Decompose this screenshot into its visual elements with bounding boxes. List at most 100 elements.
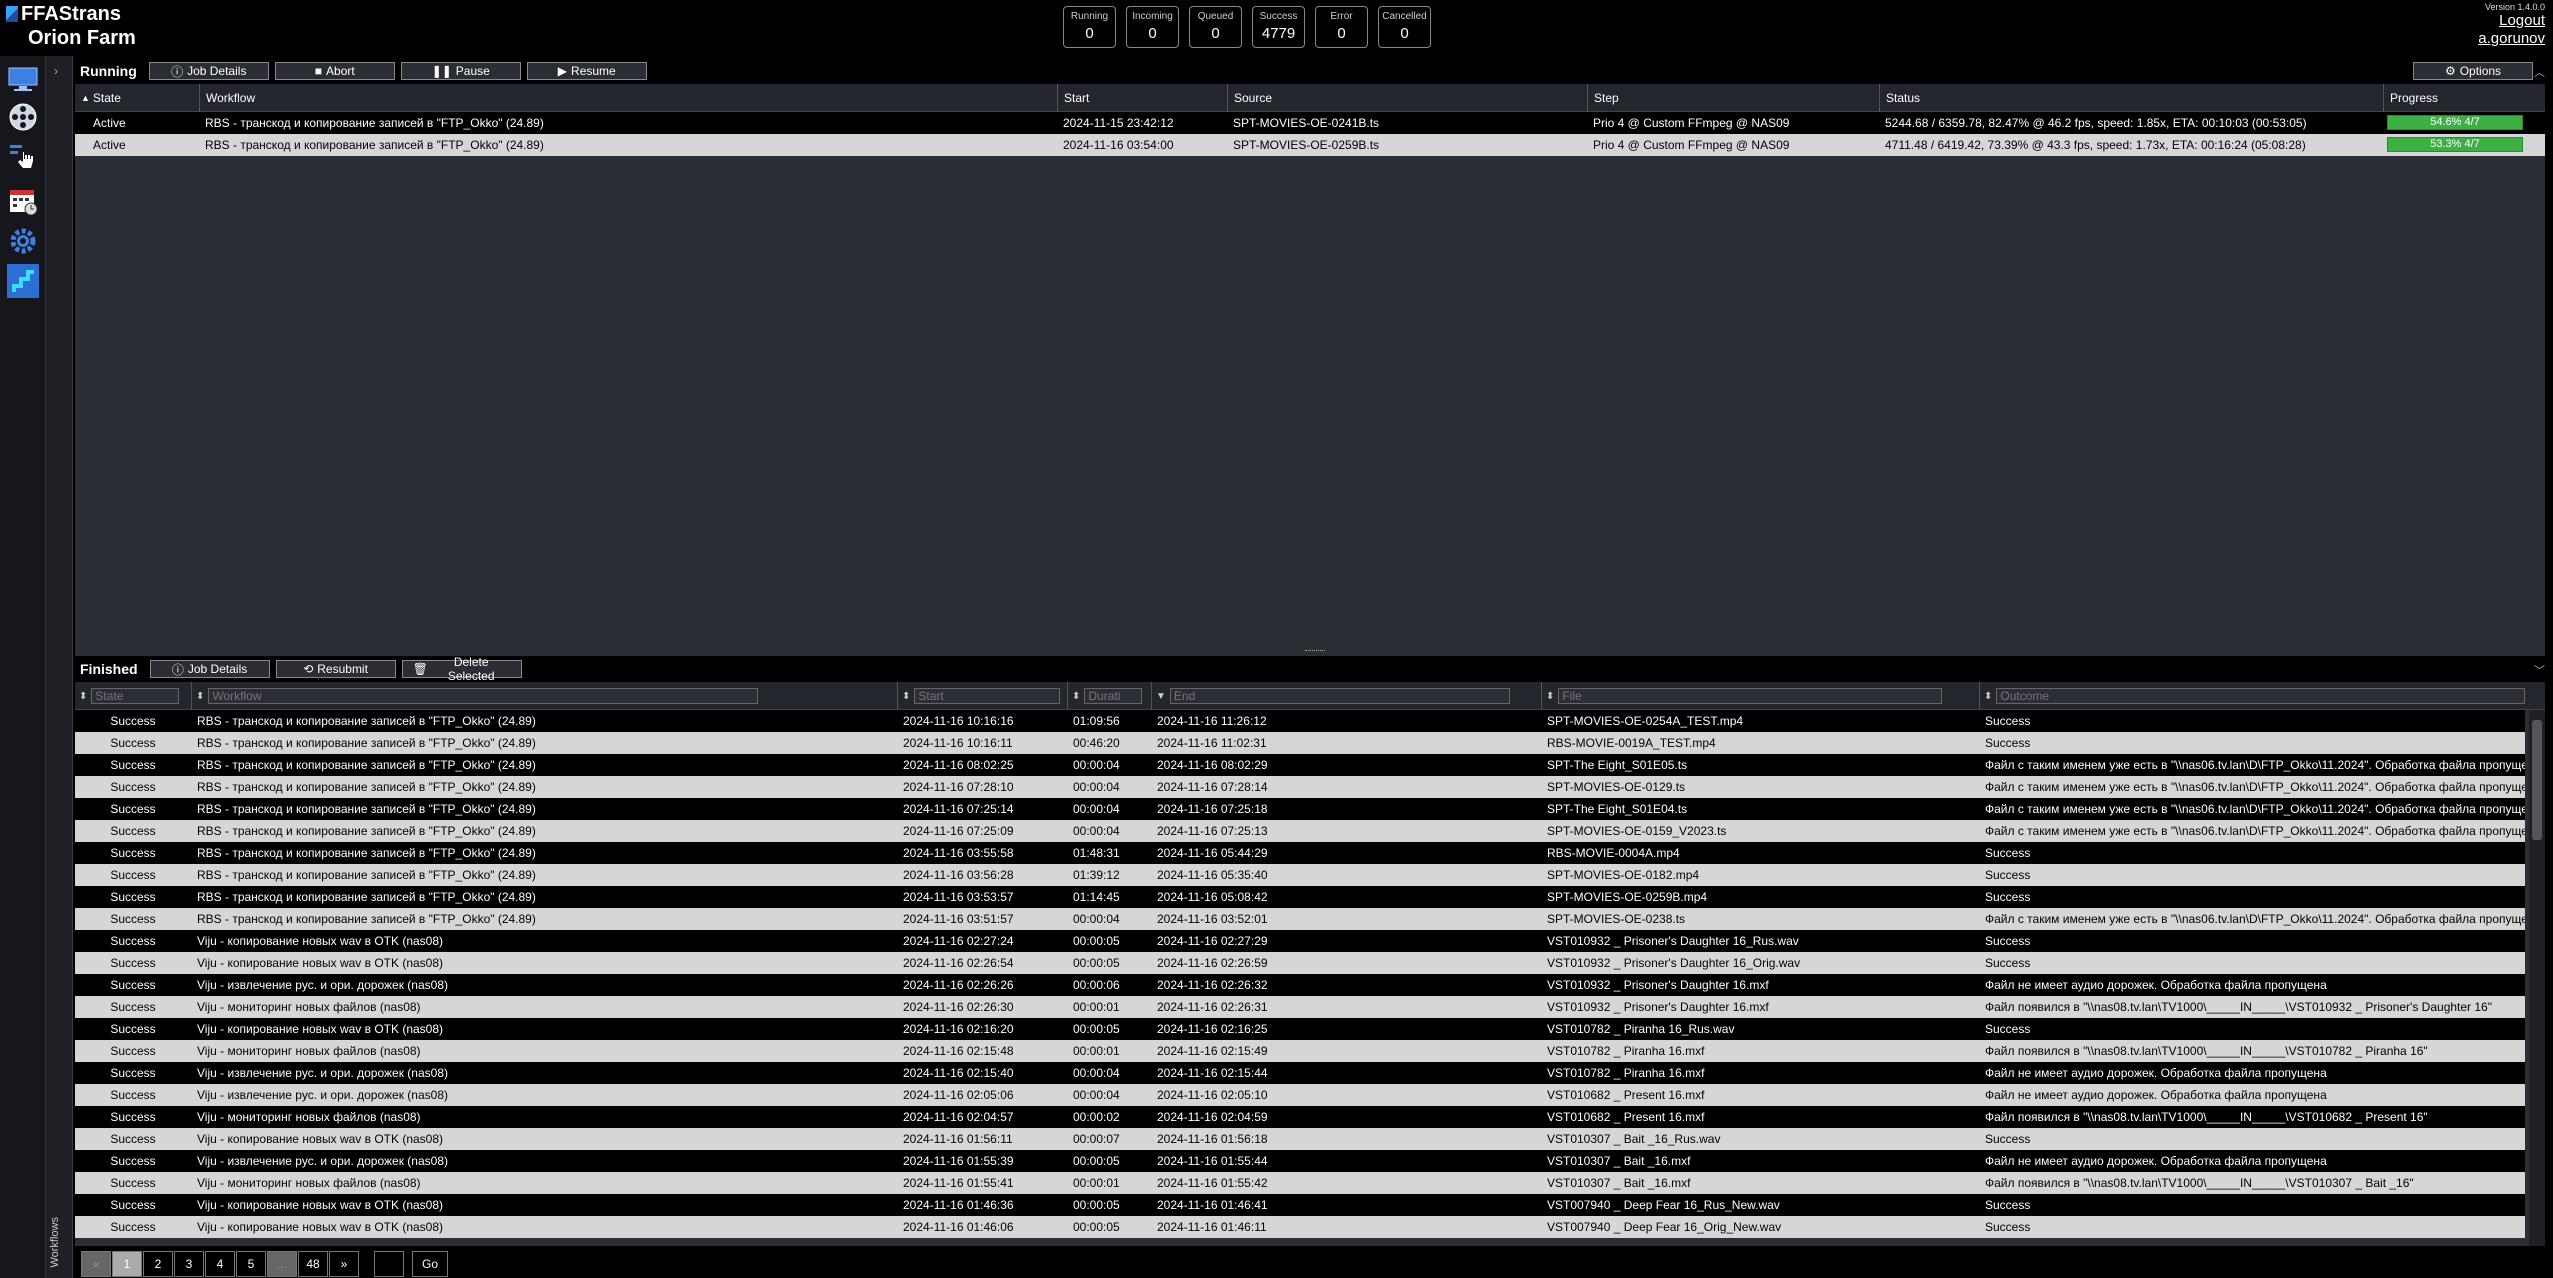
sort-both-icon[interactable]: ⬍: [79, 691, 87, 702]
expand-chevron-icon[interactable]: ›: [54, 64, 58, 78]
pager-page-2[interactable]: 2: [143, 1251, 173, 1277]
counter-queued[interactable]: Queued 0: [1189, 6, 1242, 48]
col-step[interactable]: Step: [1587, 84, 1879, 112]
workflows-strip[interactable]: › Workflows: [46, 56, 73, 1278]
col-outcome[interactable]: ⬍: [1979, 682, 2525, 710]
sort-both-icon[interactable]: ⬍: [1072, 691, 1080, 702]
finished-row[interactable]: Success Viju - мониторинг новых файлов (n…: [75, 1172, 2525, 1194]
finished-row[interactable]: Success RBS - транскод и копирование запи…: [75, 908, 2525, 930]
pager-prev[interactable]: «: [81, 1251, 111, 1277]
finished-row[interactable]: Success Viju - извлечение рус. и ори. дор…: [75, 974, 2525, 996]
filter-workflow-input[interactable]: [208, 688, 759, 704]
col-start[interactable]: ⬍: [897, 682, 1067, 710]
col-state[interactable]: ⬍: [75, 682, 191, 710]
finished-row[interactable]: Success Viju - извлечение рус. и ори. дор…: [75, 1062, 2525, 1084]
finished-row[interactable]: Success Viju - копирование новых wav в OT…: [75, 930, 2525, 952]
collapse-down-icon[interactable]: ﹀: [2534, 662, 2545, 678]
counter-error[interactable]: Error 0: [1315, 6, 1368, 48]
filter-duration-input[interactable]: [1084, 688, 1143, 704]
col-duration[interactable]: ⬍: [1067, 682, 1151, 710]
cell-outcome: Success: [1985, 1132, 2031, 1146]
finished-row[interactable]: Success RBS - транскод и копирование запи…: [75, 842, 2525, 864]
cell-outcome: Файл появился в "\\nas08.tv.lan\TV1000\_…: [1985, 1000, 2492, 1014]
logout-link[interactable]: Logout: [2478, 12, 2545, 30]
film-reel-icon[interactable]: [6, 100, 40, 134]
pager-page-3[interactable]: 3: [174, 1251, 204, 1277]
counter-running[interactable]: Running 0: [1063, 6, 1116, 48]
col-progress[interactable]: Progress: [2383, 84, 2545, 112]
pager-page-5[interactable]: 5: [236, 1251, 266, 1277]
finished-row[interactable]: Success RBS - транскод и копирование запи…: [75, 776, 2525, 798]
finished-row[interactable]: Success Viju - копирование новых wav в OT…: [75, 1018, 2525, 1040]
finished-row[interactable]: Success Viju - копирование новых wav в OT…: [75, 1216, 2525, 1238]
finished-row[interactable]: Success Viju - извлечение рус. и ори. дор…: [75, 1150, 2525, 1172]
ffastrans-app-icon[interactable]: [6, 264, 40, 298]
pager-go-button[interactable]: Go: [412, 1251, 448, 1277]
finished-row[interactable]: Success Viju - мониторинг новых файлов (n…: [75, 1106, 2525, 1128]
cell-end: 2024-11-16 11:02:31: [1157, 736, 1267, 750]
running-job-details-button[interactable]: ⓘ Job Details: [148, 62, 269, 80]
finished-row[interactable]: Success RBS - транскод и копирование запи…: [75, 732, 2525, 754]
counter-cancelled[interactable]: Cancelled 0: [1378, 6, 1431, 48]
col-workflow[interactable]: ⬍: [191, 682, 897, 710]
pager-page-4[interactable]: 4: [205, 1251, 235, 1277]
finished-row[interactable]: Success Viju - копирование новых wav в OT…: [75, 1194, 2525, 1216]
finished-row[interactable]: Success Viju - копирование новых wav в OT…: [75, 1128, 2525, 1150]
finished-row[interactable]: Success Viju - копирование новых wav в OT…: [75, 952, 2525, 974]
finished-row[interactable]: Success Viju - извлечение рус. и ори. дор…: [75, 1084, 2525, 1106]
filter-outcome-input[interactable]: [1996, 688, 2525, 704]
options-button[interactable]: ⚙ Options: [2413, 62, 2533, 80]
sort-desc-icon[interactable]: ▼: [1156, 691, 1166, 702]
finished-row[interactable]: Success Viju - мониторинг новых файлов (n…: [75, 996, 2525, 1018]
pager-page-input[interactable]: [374, 1251, 404, 1277]
running-row[interactable]: Active RBS - транскод и копирование запис…: [75, 134, 2545, 156]
finished-job-details-button[interactable]: ⓘ Job Details: [149, 660, 270, 678]
pointer-hand-icon[interactable]: [6, 140, 40, 174]
resume-button[interactable]: ▶ Resume: [526, 62, 647, 80]
finished-row[interactable]: Success RBS - транскод и копирование запи…: [75, 864, 2525, 886]
sort-both-icon[interactable]: ⬍: [1546, 691, 1554, 702]
vertical-scrollbar[interactable]: [2529, 710, 2545, 1246]
finished-row[interactable]: Success RBS - транскод и копирование запи…: [75, 754, 2525, 776]
finished-row[interactable]: Success Viju - мониторинг новых файлов (n…: [75, 1040, 2525, 1062]
sort-both-icon[interactable]: ⬍: [196, 691, 204, 702]
pause-button[interactable]: ❚❚ Pause: [400, 62, 521, 80]
filter-file-input[interactable]: [1558, 688, 1943, 704]
filter-start-input[interactable]: [914, 688, 1061, 704]
col-end[interactable]: ▼: [1151, 682, 1541, 710]
pager-page-48[interactable]: 48: [298, 1251, 328, 1277]
scheduler-calendar-icon[interactable]: [6, 184, 40, 218]
filter-end-input[interactable]: [1169, 688, 1510, 704]
abort-button[interactable]: ■ Abort: [274, 62, 395, 80]
username-link[interactable]: a.gorunov: [2478, 30, 2545, 48]
scrollbar-thumb[interactable]: [2532, 720, 2542, 840]
finished-row[interactable]: Success RBS - транскод и копирование запи…: [75, 820, 2525, 842]
cell-outcome: Файл не имеет аудио дорожек. Обработка ф…: [1985, 1088, 2327, 1102]
finished-row[interactable]: Success RBS - транскод и копирование запи…: [75, 710, 2525, 732]
monitor-icon[interactable]: [6, 62, 40, 96]
sort-both-icon[interactable]: ⬍: [902, 691, 910, 702]
filter-state-input[interactable]: [91, 688, 180, 704]
counter-incoming[interactable]: Incoming 0: [1126, 6, 1179, 48]
pager-page-1[interactable]: 1: [112, 1251, 142, 1277]
cell-outcome: Файл не имеет аудио дорожек. Обработка ф…: [1985, 1154, 2327, 1168]
col-source[interactable]: Source: [1227, 84, 1587, 112]
splitter-grip[interactable]: [1305, 650, 1325, 652]
cell-file: RBS-MOVIE-0004A.mp4: [1547, 846, 1680, 860]
gear-icon: ⚙: [2444, 64, 2456, 78]
col-file[interactable]: ⬍: [1541, 682, 1979, 710]
col-workflow[interactable]: Workflow: [199, 84, 1057, 112]
settings-gear-icon[interactable]: [6, 224, 40, 258]
counter-success[interactable]: Success 4779: [1252, 6, 1305, 48]
delete-selected-button[interactable]: 🗑 Delete Selected: [401, 655, 522, 683]
col-status[interactable]: Status: [1879, 84, 2383, 112]
running-row[interactable]: Active RBS - транскод и копирование запис…: [75, 112, 2545, 134]
finished-row[interactable]: Success RBS - транскод и копирование запи…: [75, 886, 2525, 908]
col-state[interactable]: ▲ State: [75, 84, 199, 112]
col-start[interactable]: Start: [1057, 84, 1227, 112]
finished-row[interactable]: Success RBS - транскод и копирование запи…: [75, 798, 2525, 820]
resubmit-button[interactable]: ⟲ Resubmit: [275, 660, 396, 678]
pager-next[interactable]: »: [329, 1251, 359, 1277]
collapse-up-icon[interactable]: ︿: [2534, 64, 2545, 80]
sort-both-icon[interactable]: ⬍: [1984, 691, 1992, 702]
